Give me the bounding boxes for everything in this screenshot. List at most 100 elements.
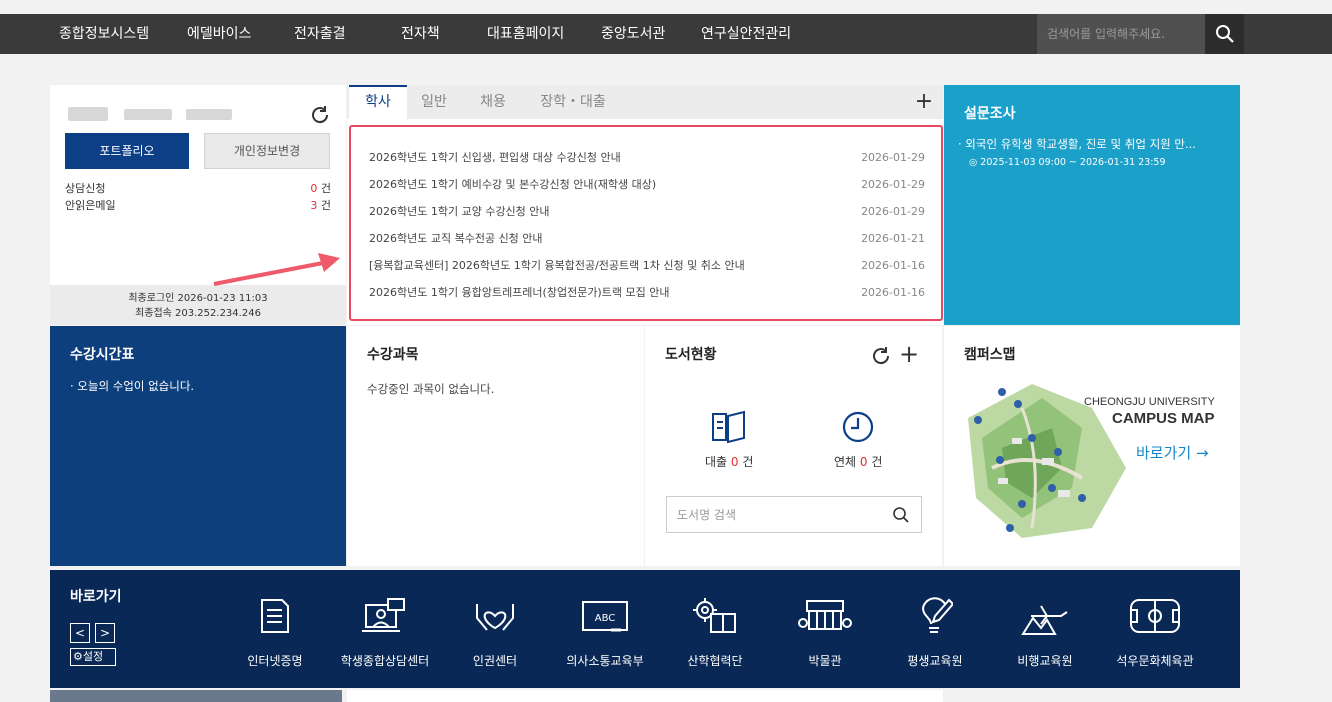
quicklink-label: 평생교육원 bbox=[907, 654, 963, 668]
svg-text:ABC: ABC bbox=[595, 613, 616, 624]
clock-icon bbox=[842, 411, 874, 443]
search-icon bbox=[1215, 25, 1234, 43]
courses-empty: 수강중인 과목이 없습니다. bbox=[367, 382, 495, 396]
notice-row[interactable]: 2026학년도 교직 복수전공 신청 안내 2026-01-21 bbox=[369, 230, 925, 248]
library-title: 도서현황 bbox=[665, 347, 717, 363]
quicklink-lifelong-education[interactable]: 평생교육원 bbox=[880, 594, 990, 669]
nav-item-homepage[interactable]: 대표홈페이지 bbox=[487, 14, 564, 54]
notice-row[interactable]: 2026학년도 1학기 융합앙트레프레너(창업전문가)트랙 모집 안내 2026-… bbox=[369, 284, 925, 302]
unread-mail-label: 안읽은메일 bbox=[65, 199, 116, 212]
profile-change-button[interactable]: 개인정보변경 bbox=[204, 133, 330, 169]
campus-title: 캠퍼스맵 bbox=[964, 347, 1016, 363]
overdue-status[interactable]: 연체 0 건 bbox=[834, 453, 882, 470]
user-name-blurred bbox=[68, 107, 108, 121]
campus-map-title-1: CHEONGJU UNIVERSITY bbox=[1084, 396, 1215, 408]
nav-item-library[interactable]: 중앙도서관 bbox=[601, 14, 665, 54]
notice-add-button[interactable]: + bbox=[909, 85, 939, 119]
unread-mail-row[interactable]: 안읽은메일 3 건 bbox=[65, 198, 331, 214]
portfolio-button[interactable]: 포트폴리오 bbox=[65, 133, 189, 169]
notice-title: 2026학년도 1학기 교양 수강신청 안내 bbox=[369, 205, 550, 218]
notice-row[interactable]: 2026학년도 1학기 신입생, 편입생 대상 수강신청 안내 2026-01-2… bbox=[369, 149, 925, 167]
courses-panel: 수강과목 수강중인 과목이 없습니다. bbox=[347, 326, 644, 566]
quicklink-label: 박물관 bbox=[808, 654, 842, 668]
notice-date: 2026-01-29 bbox=[861, 178, 925, 191]
quicklinks-next-button[interactable]: > bbox=[95, 623, 115, 643]
courses-title: 수강과목 bbox=[367, 347, 419, 363]
nav-item-info-system[interactable]: 종합정보시스템 bbox=[59, 14, 149, 54]
notice-row[interactable]: [융복합교육센터] 2026학년도 1학기 융복합전공/전공트랙 1차 신청 및… bbox=[369, 257, 925, 275]
library-search-input[interactable] bbox=[667, 497, 887, 532]
blackboard-icon: ABC bbox=[582, 601, 628, 632]
quicklink-label: 산학협력단 bbox=[687, 654, 743, 668]
overdue-count: 0 bbox=[859, 455, 868, 469]
loan-label: 대출 bbox=[705, 455, 728, 469]
book-icon bbox=[712, 410, 745, 444]
counseling-row[interactable]: 상담신청 0 건 bbox=[65, 181, 331, 197]
timetable-empty: · 오늘의 수업이 없습니다. bbox=[70, 379, 195, 393]
notice-row[interactable]: 2026학년도 1학기 예비수강 및 본수강신청 안내(재학생 대상) 2026-… bbox=[369, 176, 925, 194]
airplane-icon bbox=[1021, 605, 1068, 635]
tab-general[interactable]: 일반 bbox=[409, 85, 459, 119]
library-search-box bbox=[666, 496, 922, 533]
count-unit: 건 bbox=[742, 455, 754, 469]
counseling-label: 상담신청 bbox=[65, 182, 106, 195]
counseling-count: 0 bbox=[310, 182, 318, 195]
nav-item-attendance[interactable]: 전자출결 bbox=[294, 14, 346, 54]
notice-date: 2026-01-29 bbox=[861, 151, 925, 164]
notice-title: 2026학년도 1학기 융합앙트레프레너(창업전문가)트랙 모집 안내 bbox=[369, 286, 670, 299]
campus-map-title-2: CAMPUS MAP bbox=[1112, 410, 1215, 427]
bottom-banner-image[interactable] bbox=[50, 690, 342, 702]
nav-item-lab-safety[interactable]: 연구실안전관리 bbox=[701, 14, 791, 54]
notice-date: 2026-01-29 bbox=[861, 205, 925, 218]
arrow-annotation-icon bbox=[213, 253, 340, 286]
nav-search-box bbox=[1037, 14, 1205, 54]
refresh-icon[interactable] bbox=[309, 104, 331, 126]
notice-tab-bar: 학사 일반 채용 장학・대출 + bbox=[347, 85, 943, 119]
quicklink-counseling[interactable]: 학생종합상담센터 bbox=[330, 594, 440, 669]
quicklinks-panel: 바로가기 < > ⚙설정 인터넷증명 학생종합상담센터 인권센터 ABC 의사소… bbox=[50, 570, 1240, 688]
notice-date: 2026-01-21 bbox=[861, 232, 925, 245]
notice-row[interactable]: 2026학년도 1학기 교양 수강신청 안내 2026-01-29 bbox=[369, 203, 925, 221]
refresh-icon[interactable] bbox=[870, 345, 892, 367]
quicklinks-prev-button[interactable]: < bbox=[70, 623, 90, 643]
quicklink-human-rights[interactable]: 인권센터 bbox=[440, 594, 550, 669]
notice-date: 2026-01-16 bbox=[861, 286, 925, 299]
count-unit: 건 bbox=[871, 455, 883, 469]
last-login: 최종로그인 2026-01-23 11:03 bbox=[128, 293, 268, 304]
notice-title: 2026학년도 1학기 예비수강 및 본수강신청 안내(재학생 대상) bbox=[369, 178, 657, 191]
gear-icon: ⚙ bbox=[73, 650, 83, 663]
search-icon[interactable] bbox=[892, 506, 910, 524]
loan-count: 0 bbox=[730, 455, 739, 469]
nav-search-button[interactable] bbox=[1205, 14, 1244, 54]
quicklink-certificate[interactable]: 인터넷증명 bbox=[220, 594, 330, 669]
campus-map-go-link[interactable]: 바로가기 → bbox=[1136, 442, 1209, 463]
quicklink-label: 학생종합상담센터 bbox=[340, 654, 430, 668]
quicklink-museum[interactable]: 박물관 bbox=[770, 594, 880, 669]
tab-academic[interactable]: 학사 bbox=[349, 85, 407, 119]
quicklink-communication[interactable]: ABC 의사소통교육부 bbox=[550, 594, 660, 669]
quicklink-gymnasium[interactable]: 석우문화체육관 bbox=[1100, 594, 1210, 669]
login-info: 최종로그인 2026-01-23 11:03 최종접속 203.252.234.… bbox=[50, 285, 346, 325]
quicklink-industry-cooperation[interactable]: 산학협력단 bbox=[660, 594, 770, 669]
nav-item-ebook[interactable]: 전자책 bbox=[401, 14, 440, 54]
loan-status[interactable]: 대출 0 건 bbox=[705, 453, 753, 470]
notice-panel: 학사 일반 채용 장학・대출 + 2026학년도 1학기 신입생, 편입생 대상… bbox=[347, 85, 943, 325]
notice-date: 2026-01-16 bbox=[861, 259, 925, 272]
survey-item-title[interactable]: · 외국인 유학생 학교생활, 진로 및 취업 지원 만... bbox=[958, 136, 1196, 152]
counseling-icon bbox=[362, 598, 405, 632]
notice-title: 2026학년도 교직 복수전공 신청 안내 bbox=[369, 232, 543, 245]
tab-recruit[interactable]: 채용 bbox=[467, 85, 519, 119]
nav-item-edelweiss[interactable]: 에델바이스 bbox=[187, 14, 251, 54]
library-panel: 도서현황 + 대출 0 건 연체 0 건 bbox=[645, 326, 942, 566]
count-unit: 건 bbox=[320, 182, 331, 195]
quicklink-label: 비행교육원 bbox=[1017, 654, 1073, 668]
top-nav: 종합정보시스템 에델바이스 전자출결 전자책 대표홈페이지 중앙도서관 연구실안… bbox=[0, 14, 1332, 54]
quicklinks-settings-button[interactable]: ⚙설정 bbox=[70, 648, 116, 666]
overdue-label: 연체 bbox=[834, 455, 857, 469]
tab-scholarship[interactable]: 장학・대출 bbox=[527, 85, 619, 119]
bottom-panel bbox=[347, 690, 943, 702]
notice-list: 2026학년도 1학기 신입생, 편입생 대상 수강신청 안내 2026-01-2… bbox=[349, 125, 943, 321]
quicklink-aviation[interactable]: 비행교육원 bbox=[990, 594, 1100, 669]
library-add-button[interactable]: + bbox=[899, 340, 919, 368]
nav-search-input[interactable] bbox=[1037, 14, 1205, 54]
